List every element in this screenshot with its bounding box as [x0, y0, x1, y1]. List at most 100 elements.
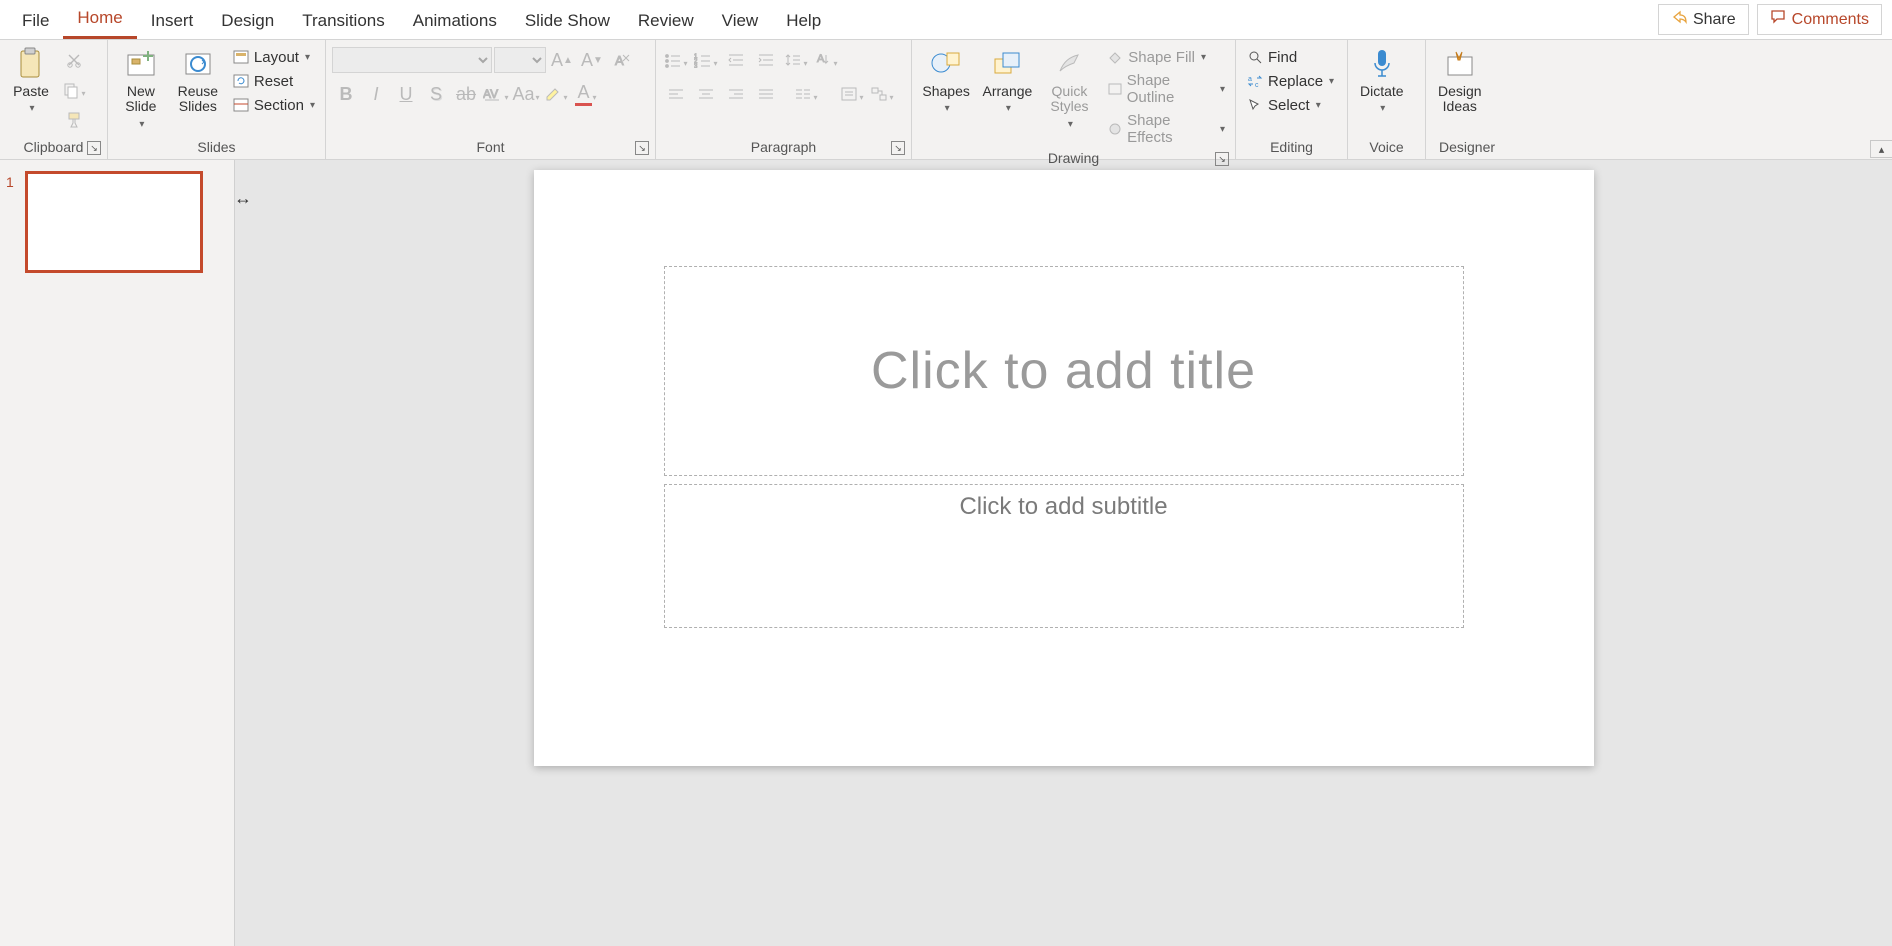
select-icon [1246, 96, 1264, 114]
slide-canvas-area[interactable]: Click to add title Click to add subtitle [235, 160, 1892, 946]
share-icon [1671, 9, 1687, 30]
char-spacing-button[interactable]: AV [482, 80, 510, 108]
shape-effects-icon [1106, 120, 1123, 138]
paragraph-group-label: Paragraph [751, 139, 816, 155]
clipboard-group-label: Clipboard [24, 139, 84, 155]
voice-group-label: Voice [1354, 137, 1419, 157]
paste-icon [13, 46, 49, 82]
layout-icon [232, 48, 250, 66]
line-spacing-button[interactable] [782, 46, 810, 74]
tab-slideshow[interactable]: Slide Show [511, 3, 624, 39]
change-case-button[interactable]: Aa [512, 80, 540, 108]
find-button[interactable]: Find [1242, 46, 1301, 68]
replace-button[interactable]: acReplace [1242, 70, 1338, 92]
cut-button[interactable] [60, 46, 88, 74]
smartart-convert-button[interactable] [868, 80, 896, 108]
work-area: 1 ↔ Click to add title Click to add subt… [0, 160, 1892, 946]
drawing-dialog-launcher[interactable] [1215, 152, 1229, 166]
font-size-select[interactable] [494, 47, 546, 73]
drawing-group-label: Drawing [1048, 150, 1099, 166]
shape-effects-button[interactable]: Shape Effects [1102, 110, 1229, 148]
strikethrough-button[interactable]: ab [452, 80, 480, 108]
tab-file[interactable]: File [8, 3, 63, 39]
reuse-slides-button[interactable]: Reuse Slides [172, 44, 224, 117]
slide[interactable]: Click to add title Click to add subtitle [534, 170, 1594, 766]
font-dialog-launcher[interactable] [635, 141, 649, 155]
tab-help[interactable]: Help [772, 3, 835, 39]
numbering-button[interactable]: 123 [692, 46, 720, 74]
increase-indent-button[interactable] [752, 46, 780, 74]
thumbnail-number: 1 [6, 172, 20, 272]
dictate-icon [1364, 46, 1400, 82]
justify-button[interactable] [752, 80, 780, 108]
share-button[interactable]: Share [1658, 4, 1749, 35]
ribbon-tabs: File Home Insert Design Transitions Anim… [0, 0, 1892, 40]
decrease-font-button[interactable]: A▼ [578, 46, 606, 74]
tab-design[interactable]: Design [207, 3, 288, 39]
comment-icon [1770, 9, 1786, 30]
section-icon [232, 96, 250, 114]
tab-animations[interactable]: Animations [399, 3, 511, 39]
svg-text:A: A [817, 53, 825, 65]
arrange-button[interactable]: Arrange [978, 44, 1036, 117]
title-placeholder-text: Click to add title [871, 341, 1256, 401]
bullets-button[interactable] [662, 46, 690, 74]
svg-text:c: c [1255, 82, 1259, 89]
design-ideas-button[interactable]: Design Ideas [1432, 44, 1488, 117]
designer-group-label: Designer [1432, 137, 1502, 157]
comments-button[interactable]: Comments [1757, 4, 1882, 35]
align-right-button[interactable] [722, 80, 750, 108]
decrease-indent-button[interactable] [722, 46, 750, 74]
slide-thumbnail-1[interactable] [26, 172, 202, 272]
text-direction-button[interactable]: A [812, 46, 840, 74]
section-button[interactable]: Section [228, 94, 319, 116]
layout-button[interactable]: Layout [228, 46, 319, 68]
dictate-button[interactable]: Dictate [1354, 44, 1410, 117]
svg-text:a: a [1248, 76, 1252, 83]
shape-fill-icon [1106, 48, 1124, 66]
slide-thumbnails-pane[interactable]: 1 ↔ [0, 160, 235, 946]
shape-outline-button[interactable]: Shape Outline [1102, 70, 1229, 108]
font-color-button[interactable]: A [572, 80, 600, 108]
tab-transitions[interactable]: Transitions [288, 3, 399, 39]
align-center-button[interactable] [692, 80, 720, 108]
tab-view[interactable]: View [708, 3, 773, 39]
ribbon: Paste Clipboard New Slide Reuse Slides L… [0, 40, 1892, 160]
tab-review[interactable]: Review [624, 3, 708, 39]
increase-font-button[interactable]: A▲ [548, 46, 576, 74]
shape-fill-button[interactable]: Shape Fill [1102, 46, 1229, 68]
clear-formatting-button[interactable]: A [608, 46, 636, 74]
svg-text:A: A [615, 53, 624, 68]
select-button[interactable]: Select [1242, 94, 1325, 116]
design-ideas-icon [1442, 46, 1478, 82]
collapse-ribbon-button[interactable]: ▴ [1870, 140, 1892, 158]
subtitle-placeholder[interactable]: Click to add subtitle [664, 484, 1464, 628]
columns-button[interactable] [792, 80, 820, 108]
shapes-icon [928, 46, 964, 82]
font-group-label: Font [476, 139, 504, 155]
svg-text:3: 3 [694, 64, 698, 68]
title-placeholder[interactable]: Click to add title [664, 266, 1464, 476]
reset-button[interactable]: Reset [228, 70, 319, 92]
copy-button[interactable] [60, 76, 88, 104]
paragraph-dialog-launcher[interactable] [891, 141, 905, 155]
highlight-button[interactable] [542, 80, 570, 108]
quick-styles-button[interactable]: Quick Styles [1041, 44, 1099, 132]
align-left-button[interactable] [662, 80, 690, 108]
bold-button[interactable]: B [332, 80, 360, 108]
clipboard-dialog-launcher[interactable] [87, 141, 101, 155]
editing-group-label: Editing [1242, 137, 1341, 157]
subtitle-placeholder-text: Click to add subtitle [959, 493, 1167, 521]
new-slide-button[interactable]: New Slide [114, 44, 168, 132]
font-name-select[interactable] [332, 47, 492, 73]
paste-button[interactable]: Paste [6, 44, 56, 117]
italic-button[interactable]: I [362, 80, 390, 108]
format-painter-button[interactable] [60, 106, 88, 134]
align-text-button[interactable] [838, 80, 866, 108]
tab-insert[interactable]: Insert [137, 3, 208, 39]
underline-button[interactable]: U [392, 80, 420, 108]
shadow-button[interactable]: S [422, 80, 450, 108]
svg-text:AV: AV [483, 87, 498, 101]
shapes-button[interactable]: Shapes [918, 44, 974, 117]
tab-home[interactable]: Home [63, 0, 136, 39]
